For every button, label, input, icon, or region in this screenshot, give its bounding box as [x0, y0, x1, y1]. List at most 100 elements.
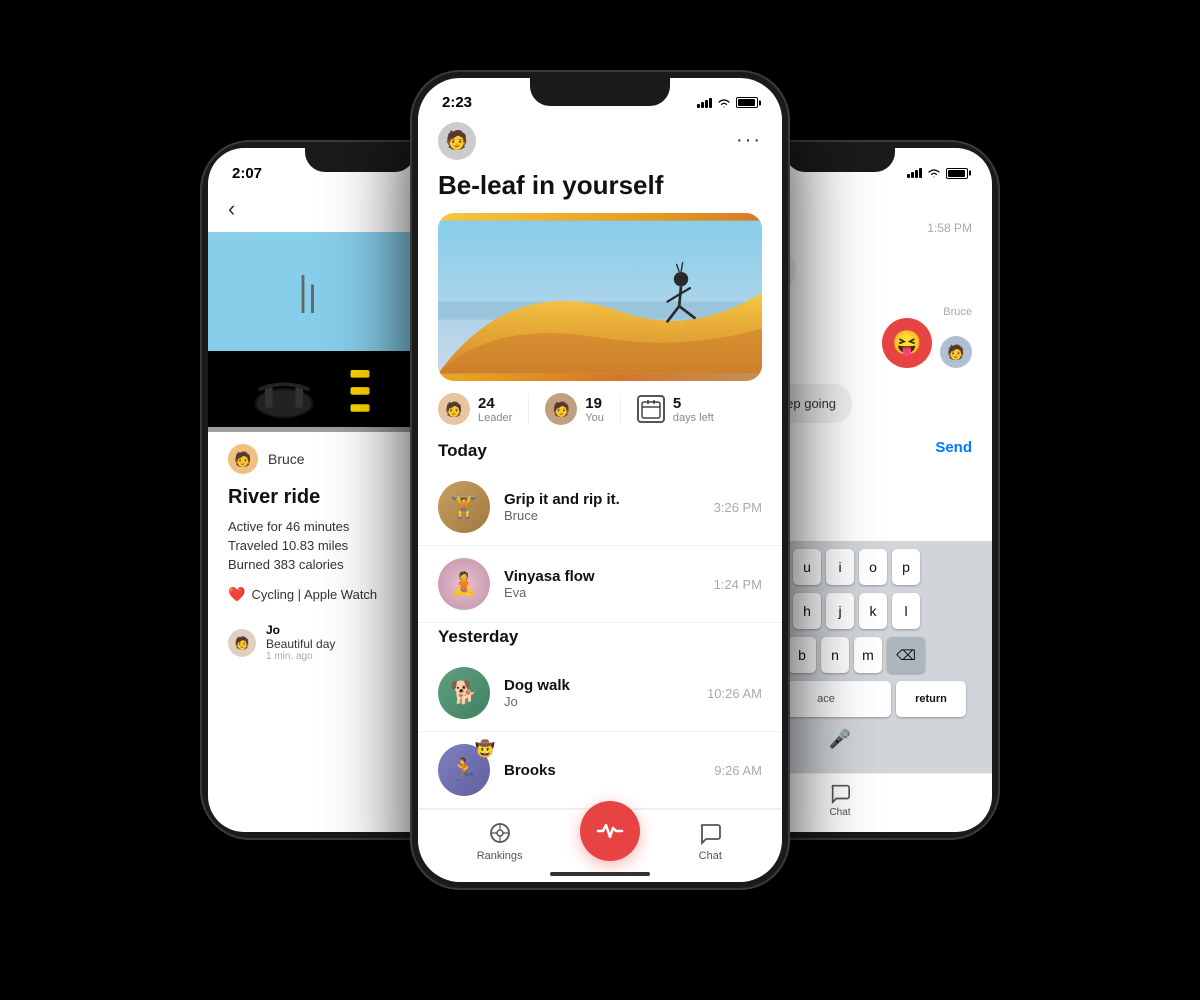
bruce-avatar-wrap: 🏋️: [438, 481, 490, 533]
jo-activity-name: Dog walk: [504, 677, 693, 694]
center-notch: [530, 78, 670, 106]
center-signal-icon: [697, 98, 712, 108]
nav-rankings[interactable]: Rankings: [477, 820, 523, 862]
center-screen: 2:23: [418, 78, 782, 882]
calendar-icon: [637, 395, 665, 423]
left-user-name: Bruce: [268, 451, 305, 467]
return-key[interactable]: return: [896, 681, 966, 717]
brooks-avatar-wrap: 🏃 🤠: [438, 744, 490, 796]
activity-brooks[interactable]: 🏃 🤠 Brooks 9:26 AM: [418, 732, 782, 809]
activity-eva[interactable]: 🧘 Vinyasa flow Eva 1:24 PM: [418, 546, 782, 623]
stat-leader: 🧑 24 Leader: [438, 393, 512, 425]
pulse-icon: [596, 817, 624, 845]
hero-svg: [438, 213, 762, 381]
eva-avatar: 🧘: [438, 558, 490, 610]
home-indicator: [550, 872, 650, 876]
page-title: Be-leaf in yourself: [418, 170, 782, 213]
leader-avatar: 🧑: [438, 393, 470, 425]
jo-avatar: 🐕: [438, 667, 490, 719]
key-u[interactable]: u: [793, 549, 821, 585]
menu-button[interactable]: ···: [736, 129, 762, 152]
reaction-emoji-bubble: 😝: [882, 318, 932, 368]
eva-user: Eva: [504, 585, 700, 600]
brooks-time: 9:26 AM: [714, 763, 762, 778]
right-battery-icon: [946, 168, 968, 179]
fab-button[interactable]: [580, 801, 640, 861]
center-content: 2:23: [418, 78, 782, 882]
comment-user-name: Jo: [266, 623, 335, 637]
eva-time: 1:24 PM: [714, 577, 762, 592]
bruce-time: 3:26 PM: [714, 500, 762, 515]
eva-info: Vinyasa flow Eva: [504, 568, 700, 600]
leader-label: Leader: [478, 412, 512, 424]
key-l[interactable]: l: [892, 593, 920, 629]
stats-row: 🧑 24 Leader 🧑 19 You: [418, 381, 782, 437]
days-label: days left: [673, 412, 714, 424]
you-avatar: 🧑: [545, 393, 577, 425]
rankings-label: Rankings: [477, 850, 523, 862]
chat-icon: [697, 820, 723, 846]
leader-count: 24: [478, 395, 512, 412]
key-m[interactable]: m: [854, 637, 882, 673]
brooks-emoji: 🤠: [475, 739, 495, 759]
key-p[interactable]: p: [892, 549, 920, 585]
right-user-avatar: 🧑: [940, 336, 972, 368]
bruce-info: Grip it and rip it. Bruce: [504, 491, 700, 523]
today-section-title: Today: [418, 437, 782, 469]
heart-icon: ❤️: [228, 586, 245, 603]
key-i[interactable]: i: [826, 549, 854, 585]
center-header: 🧑 ···: [418, 122, 782, 170]
jo-user: Jo: [504, 694, 693, 709]
nav-chat[interactable]: Chat: [697, 820, 723, 862]
rankings-icon: [487, 820, 513, 846]
brooks-activity-name: Brooks: [504, 762, 700, 779]
center-status-icons: [697, 97, 758, 108]
comment-avatar: 🧑: [228, 629, 256, 657]
comment-body: Beautiful day: [266, 637, 335, 651]
key-j[interactable]: j: [826, 593, 854, 629]
mic-key[interactable]: 🎤: [821, 721, 859, 757]
back-button[interactable]: ‹: [228, 196, 235, 222]
send-button[interactable]: Send: [935, 439, 972, 456]
phones-container: 2:07 ‹: [150, 50, 1050, 950]
left-time: 2:07: [232, 165, 262, 182]
comment-text-wrap: Jo Beautiful day 1 min. ago: [266, 623, 335, 662]
center-time: 2:23: [442, 94, 472, 111]
bottom-nav: Rankings Chat: [418, 809, 782, 882]
stat-divider-1: [528, 394, 529, 424]
center-battery-icon: [736, 97, 758, 108]
center-avatar[interactable]: 🧑: [438, 122, 476, 160]
bruce-activity-name: Grip it and rip it.: [504, 491, 700, 508]
comment-time: 1 min. ago: [266, 651, 335, 662]
bruce-user: Bruce: [504, 508, 700, 523]
key-o[interactable]: o: [859, 549, 887, 585]
right-nav-chat[interactable]: Chat: [829, 782, 851, 818]
right-chat-icon: [829, 782, 851, 804]
right-wifi-icon: [927, 168, 941, 178]
key-b[interactable]: b: [788, 637, 816, 673]
key-k[interactable]: k: [859, 593, 887, 629]
right-notch: [785, 148, 895, 172]
you-label: You: [585, 412, 604, 424]
right-status-icons: [907, 168, 968, 179]
brooks-info: Brooks: [504, 762, 700, 779]
chat-label: Chat: [699, 850, 722, 862]
key-n[interactable]: n: [821, 637, 849, 673]
left-notch: [305, 148, 415, 172]
right-signal-icon: [907, 168, 922, 178]
delete-key[interactable]: ⌫: [887, 637, 925, 673]
activity-bruce[interactable]: 🏋️ Grip it and rip it. Bruce 3:26 PM: [418, 469, 782, 546]
key-h[interactable]: h: [793, 593, 821, 629]
jo-info: Dog walk Jo: [504, 677, 693, 709]
ride-badge-text: Cycling | Apple Watch: [251, 587, 377, 602]
yesterday-section-title: Yesterday: [418, 623, 782, 655]
center-wifi-icon: [717, 98, 731, 108]
activity-jo[interactable]: 🐕 Dog walk Jo 10:26 AM: [418, 655, 782, 732]
left-user-avatar: 🧑: [228, 444, 258, 474]
phone-center: 2:23: [410, 70, 790, 890]
stat-you: 🧑 19 You: [545, 393, 604, 425]
hero-image: [438, 213, 762, 381]
you-count: 19: [585, 395, 604, 412]
days-count: 5: [673, 395, 714, 412]
right-chat-label: Chat: [829, 807, 850, 818]
